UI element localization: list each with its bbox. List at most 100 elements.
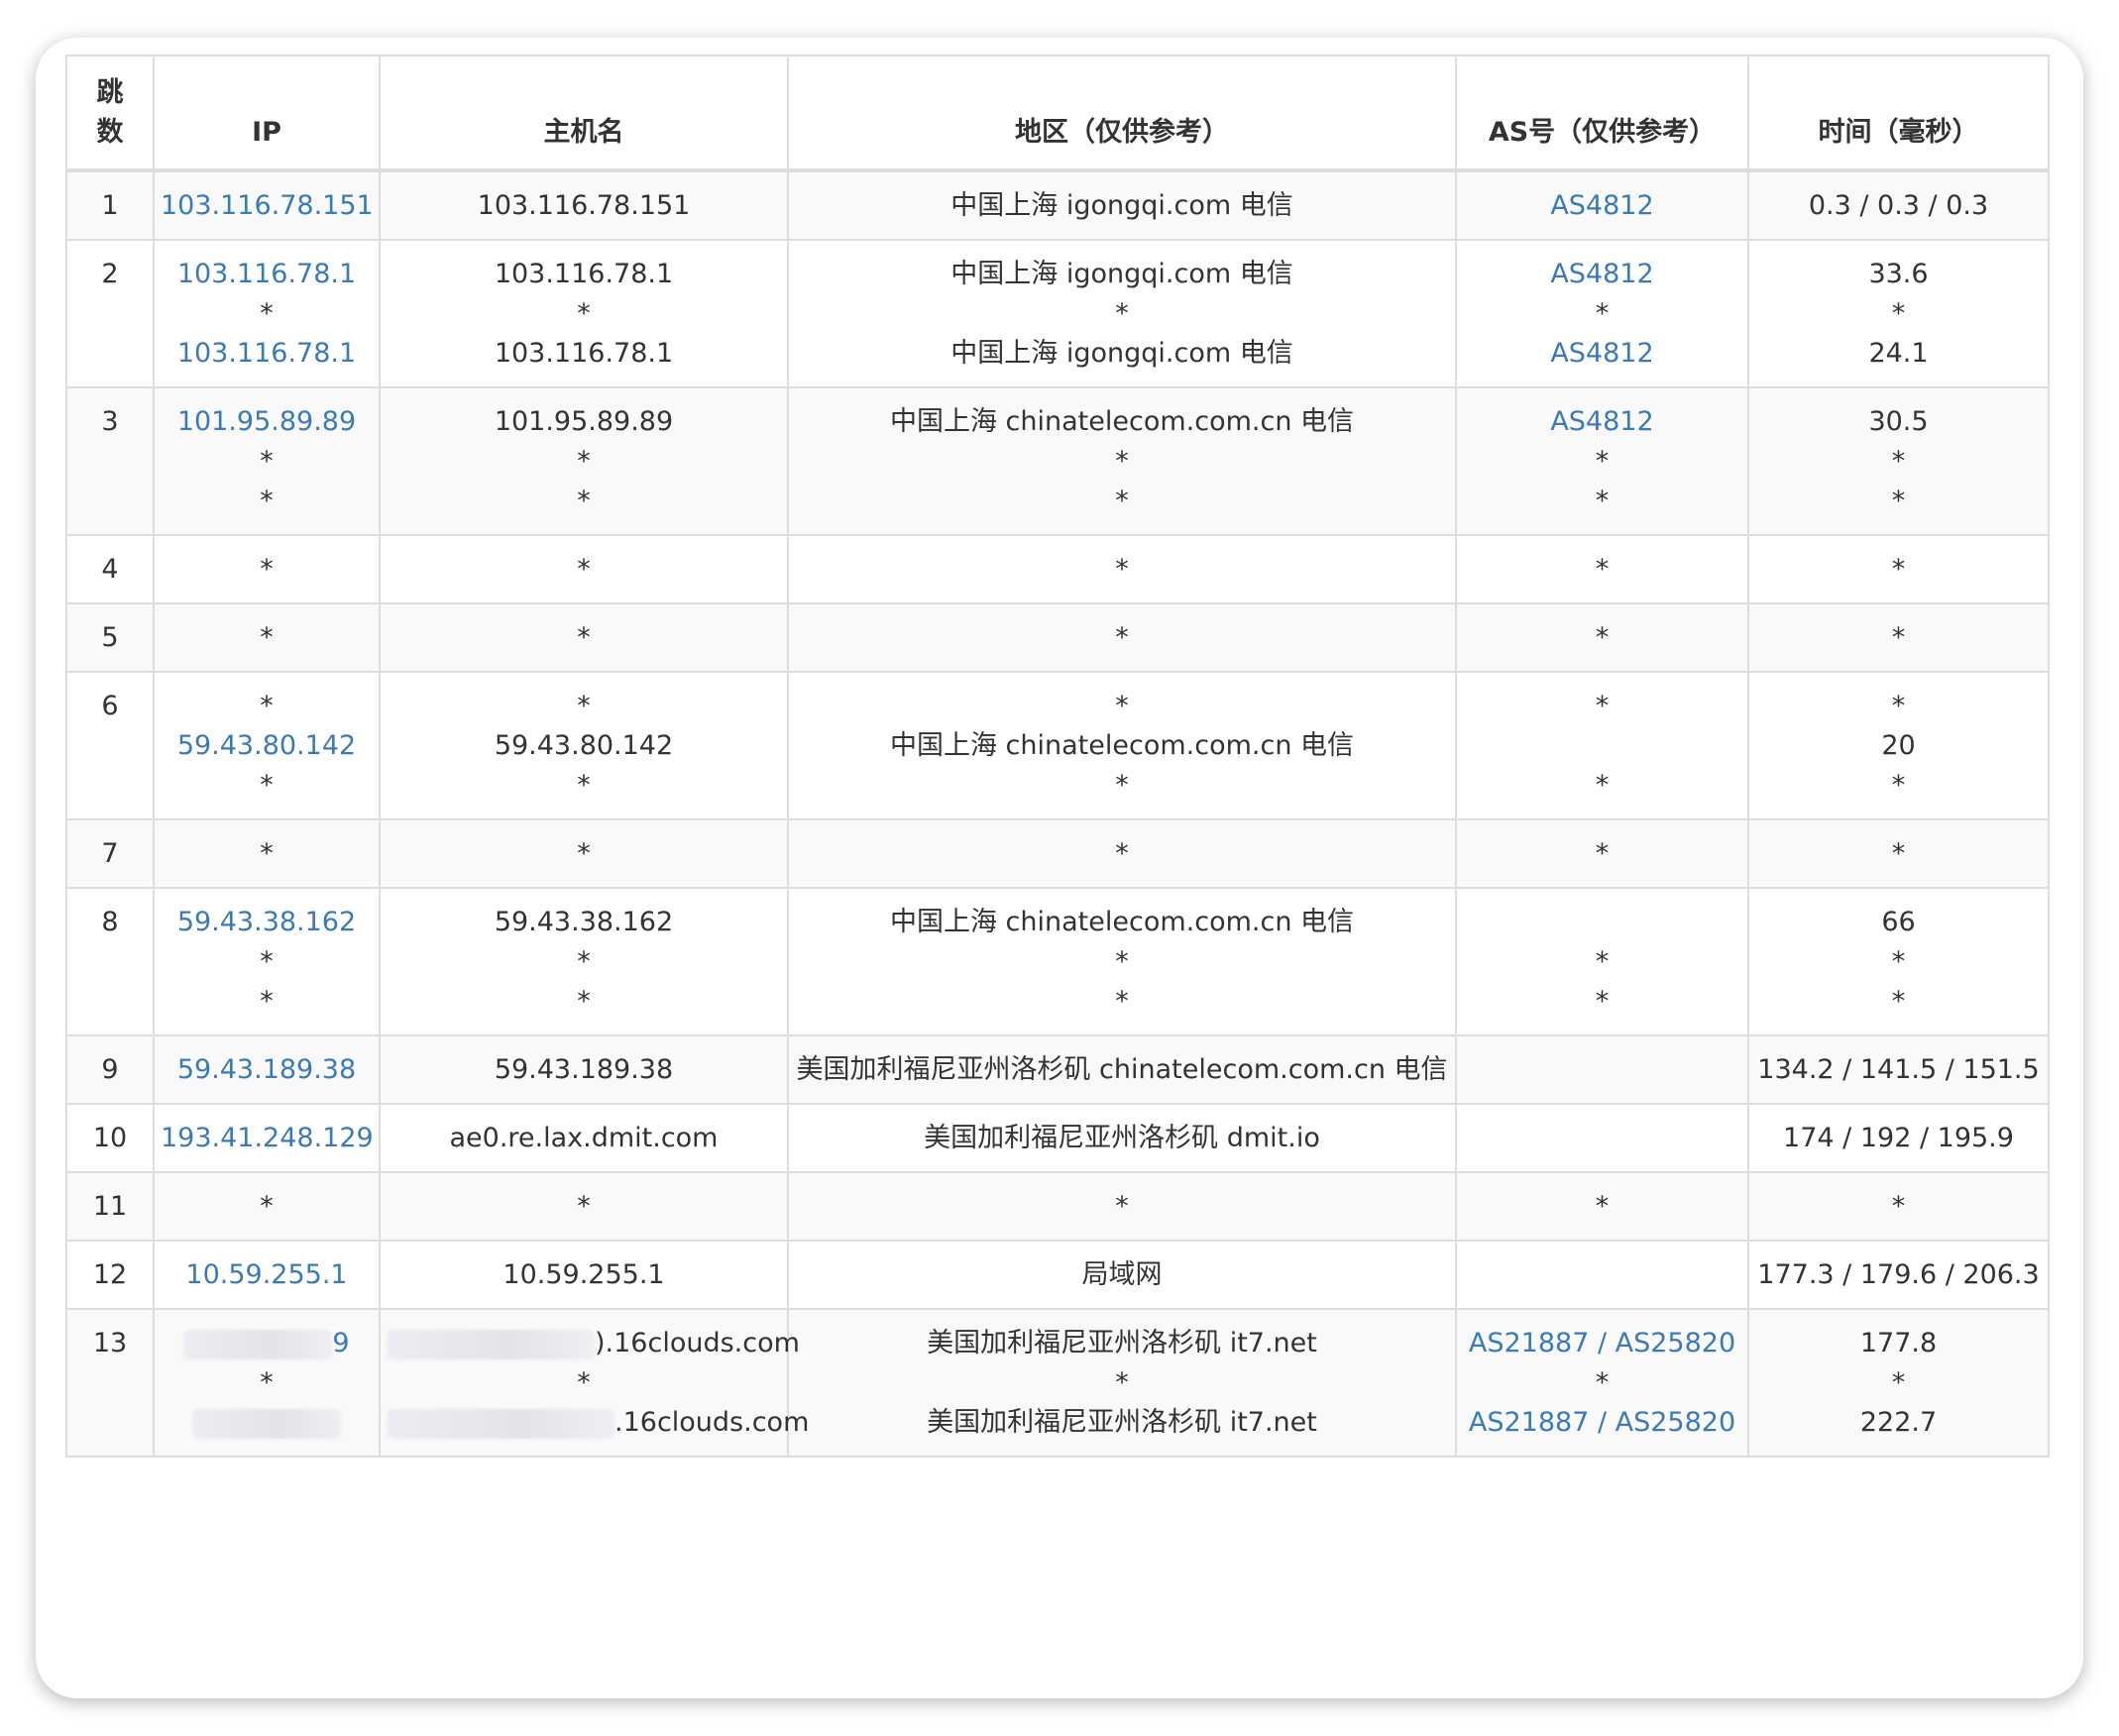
time-cell: 134.2 / 141.5 / 151.5 <box>1747 1034 2050 1105</box>
as-link[interactable]: AS21887 / AS25820 <box>1463 1324 1741 1363</box>
ip-link[interactable]: 10.59.255.1 <box>161 1255 373 1295</box>
hostname-cell: 59.43.189.38 <box>379 1034 789 1105</box>
traceroute-table: 跳数 IP 主机名 地区（仅供参考） AS号（仅供参考） 时间（毫秒） 1 103… <box>65 54 2050 1458</box>
as-link[interactable]: AS21887 / AS25820 <box>1463 1403 1741 1443</box>
region-cell: * 中国上海 chinatelecom.com.cn 电信 * <box>787 671 1457 820</box>
time-value: * <box>1891 1367 1906 1398</box>
as-link[interactable]: AS4812 <box>1463 334 1741 374</box>
table-row: 13 9 *).16clouds.com * .16clouds.com 美国加利福尼亚州… <box>65 1308 2050 1458</box>
region-value: * <box>1115 986 1129 1017</box>
region-value: 美国加利福尼亚州洛杉矶 it7.net <box>927 1407 1317 1438</box>
hostname-cell: * 59.43.80.142 * <box>379 671 789 820</box>
region-value: 美国加利福尼亚州洛杉矶 it7.net <box>927 1328 1317 1358</box>
ip-value: * <box>260 298 274 329</box>
region-value: 中国上海 chinatelecom.com.cn 电信 <box>889 730 1355 761</box>
as-value: * <box>1595 298 1610 329</box>
ip-value: * <box>260 1367 274 1398</box>
time-cell: 33.6 * 24.1 <box>1747 239 2050 388</box>
time-cell: 177.3 / 179.6 / 206.3 <box>1747 1240 2050 1310</box>
ip-cell: 59.43.189.38 <box>153 1034 381 1105</box>
hop-cell: 4 <box>65 534 155 604</box>
ip-link[interactable]: 59.43.38.162 <box>161 903 373 942</box>
region-value: * <box>1115 1367 1129 1398</box>
ip-link[interactable]: 193.41.248.129 <box>161 1119 374 1158</box>
redaction-mask <box>387 1408 614 1439</box>
time-cell: 174 / 192 / 195.9 <box>1747 1103 2050 1173</box>
hostname-cell: 10.59.255.1 <box>379 1240 789 1310</box>
ip-cell: 9 * <box>153 1308 381 1458</box>
table-row: 11 * * * * * <box>65 1171 2050 1242</box>
hop-cell: 9 <box>65 1034 155 1105</box>
hostname-cell: * <box>379 602 789 673</box>
host-visible-tail: ).16clouds.com <box>595 1328 800 1358</box>
as-link[interactable]: AS4812 <box>1463 402 1741 442</box>
hop-cell: 5 <box>65 602 155 673</box>
table-row: 10 193.41.248.129 ae0.re.lax.dmit.com 美国加利福… <box>65 1103 2050 1173</box>
region-value: 中国上海 igongqi.com 电信 <box>950 338 1293 369</box>
ip-value: * <box>260 1191 274 1222</box>
ip-link[interactable]: 103.116.78.1 <box>161 255 373 294</box>
ip-value: * <box>260 554 274 585</box>
as-value: * <box>1595 486 1610 516</box>
as-value <box>1463 903 1741 942</box>
time-value: * <box>1891 298 1906 329</box>
as-value: * <box>1595 622 1610 653</box>
host-value: 103.116.78.1 <box>494 259 674 289</box>
time-value: 20 <box>1881 730 1916 761</box>
time-value: * <box>1891 691 1906 721</box>
as-value: * <box>1595 554 1610 585</box>
ip-link[interactable]: 59.43.189.38 <box>161 1050 373 1090</box>
region-cell: 美国加利福尼亚州洛杉矶 dmit.io <box>787 1103 1457 1173</box>
ip-value: * <box>260 838 274 869</box>
as-value: * <box>1595 770 1610 801</box>
time-value: 134.2 / 141.5 / 151.5 <box>1757 1054 2040 1085</box>
region-value: * <box>1115 622 1129 653</box>
table-row: 2 103.116.78.1 * 103.116.78.1 103.116.78.1 * 1… <box>65 239 2050 388</box>
as-link[interactable]: AS4812 <box>1463 186 1741 226</box>
ip-link[interactable]: 59.43.80.142 <box>161 726 373 766</box>
redaction-mask <box>183 1329 333 1359</box>
host-value: ae0.re.lax.dmit.com <box>449 1123 719 1153</box>
ip-cell: 10.59.255.1 <box>153 1240 381 1310</box>
hop-cell: 2 <box>65 239 155 388</box>
region-value: 中国上海 igongqi.com 电信 <box>950 190 1293 221</box>
time-value: * <box>1891 554 1906 585</box>
table-row: 3 101.95.89.89 * * 101.95.89.89 * * 中国上海 chinat… <box>65 386 2050 536</box>
table-row: 9 59.43.189.38 59.43.189.38 美国加利福尼亚州洛杉矶 chi… <box>65 1034 2050 1105</box>
time-cell: 30.5 * * <box>1747 386 2050 536</box>
ip-cell: 193.41.248.129 <box>153 1103 381 1173</box>
ip-link[interactable]: 103.116.78.151 <box>161 186 374 226</box>
time-cell: 66 * * <box>1747 887 2050 1036</box>
host-value: * <box>577 770 591 801</box>
ip-link[interactable]: 101.95.89.89 <box>161 402 373 442</box>
header-ip: IP <box>153 54 381 172</box>
ip-value: * <box>260 622 274 653</box>
ip-cell: 103.116.78.151 <box>153 169 381 241</box>
as-value <box>1463 1119 1741 1158</box>
ip-link[interactable]: 9 <box>161 1324 373 1363</box>
ip-cell: 103.116.78.1 * 103.116.78.1 <box>153 239 381 388</box>
hop-cell: 10 <box>65 1103 155 1173</box>
time-value: 174 / 192 / 195.9 <box>1783 1123 2014 1153</box>
as-link[interactable]: AS4812 <box>1463 255 1741 294</box>
region-cell: * <box>787 534 1457 604</box>
ip-value: * <box>260 946 274 977</box>
hop-cell: 13 <box>65 1308 155 1458</box>
as-cell: AS4812 <box>1455 169 1749 241</box>
time-value: * <box>1891 946 1906 977</box>
time-value: * <box>1891 770 1906 801</box>
ip-link[interactable]: 103.116.78.1 <box>161 334 373 374</box>
ip-cell: 101.95.89.89 * * <box>153 386 381 536</box>
host-value: 103.116.78.151 <box>477 190 691 221</box>
hostname-cell: ).16clouds.com * .16clouds.com <box>379 1308 809 1458</box>
time-value: * <box>1891 1191 1906 1222</box>
host-value: * <box>577 446 591 477</box>
as-cell <box>1455 1103 1749 1173</box>
redaction-mask <box>387 1329 595 1359</box>
ip-value: * <box>260 691 274 721</box>
ip-visible-tail[interactable]: 9 <box>332 1328 349 1358</box>
region-value: * <box>1115 1191 1129 1222</box>
hostname-cell: 101.95.89.89 * * <box>379 386 789 536</box>
hop-cell: 8 <box>65 887 155 1036</box>
hostname-cell: * <box>379 534 789 604</box>
